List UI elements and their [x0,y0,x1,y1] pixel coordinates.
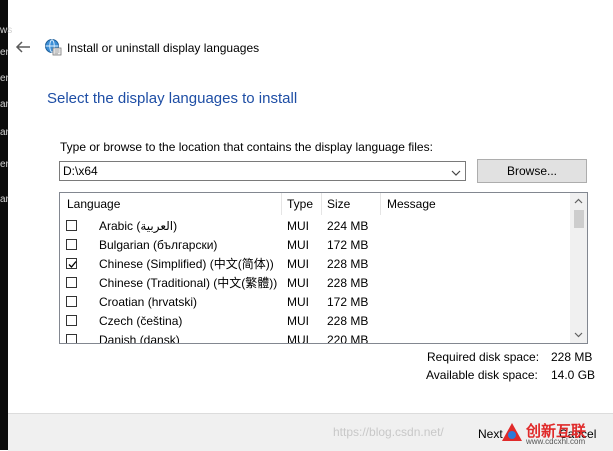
language-row[interactable]: Chinese (Traditional) (中文(繁體)) MUI 228 M… [60,274,569,293]
column-divider[interactable] [321,193,322,215]
language-checkbox[interactable] [66,296,77,307]
column-header-type[interactable]: Type [287,193,313,215]
brand-subtext: www.cdcxhl.com [526,437,586,446]
row-type: MUI [287,333,309,344]
row-type: MUI [287,238,309,252]
language-checkbox[interactable] [66,334,77,343]
row-size: 172 MB [327,238,369,252]
row-size: 228 MB [327,314,369,328]
list-header: Language Type Size Message [60,193,569,215]
background-window-strip: ws er er ar ar er ar [0,0,12,450]
strip-fragment: ar [0,194,9,205]
language-checkbox[interactable] [66,315,77,326]
brand-logo-icon [502,423,522,441]
vertical-scrollbar[interactable] [570,193,587,343]
back-arrow-icon[interactable] [14,38,32,56]
row-size: 228 MB [327,257,369,271]
path-combobox[interactable]: D:\x64 [59,161,466,181]
strip-fragment: er [0,159,9,170]
scroll-thumb[interactable] [574,210,584,228]
row-language: Danish (dansk) [99,333,180,344]
language-globe-icon [44,38,62,56]
strip-fragment: ws [0,25,13,36]
row-language: Croatian (hrvatski) [99,295,198,309]
row-language: Chinese (Simplified) (中文(简体)) [99,257,274,271]
watermark-text: https://blog.csdn.net/ [333,425,444,439]
language-list[interactable]: Language Type Size Message Arabic (العرب… [59,192,588,344]
row-type: MUI [287,257,309,271]
window-title: Install or uninstall display languages [67,41,260,55]
scroll-down-icon[interactable] [570,326,587,343]
language-row[interactable]: Croatian (hrvatski) MUI 172 MB [60,293,569,312]
row-size: 228 MB [327,276,369,290]
browse-button[interactable]: Browse... [477,159,587,183]
strip-fragment: ar [0,99,9,110]
language-checkbox[interactable] [66,220,77,231]
row-language: Bulgarian (български) [99,238,218,252]
language-checkbox[interactable] [66,277,77,288]
language-row[interactable]: Danish (dansk) MUI 220 MB [60,331,569,344]
row-size: 220 MB [327,333,369,344]
language-row[interactable]: Bulgarian (български) MUI 172 MB [60,236,569,255]
strip-fragment: er [0,73,9,84]
strip-fragment: ar [0,127,9,138]
scroll-up-icon[interactable] [570,193,587,210]
row-language: Chinese (Traditional) (中文(繁體)) [99,276,278,290]
path-value[interactable]: D:\x64 [63,162,98,180]
row-type: MUI [287,276,309,290]
row-type: MUI [287,314,309,328]
column-header-language[interactable]: Language [67,193,120,215]
column-header-size[interactable]: Size [327,193,350,215]
column-divider[interactable] [380,193,381,215]
row-language: Czech (čeština) [99,314,183,328]
column-divider[interactable] [281,193,282,215]
required-disk-label: Required disk space: [427,350,540,364]
row-type: MUI [287,219,309,233]
row-size: 224 MB [327,219,369,233]
language-checkbox-checked[interactable] [66,258,77,269]
language-row[interactable]: Arabic (العربية) MUI 224 MB [60,217,569,236]
brand-logo: 创新互联 www.cdcxhl.com [498,418,608,448]
page-heading: Select the display languages to install [47,90,298,107]
path-instruction: Type or browse to the location that cont… [60,140,433,154]
checkmark-icon [68,261,77,268]
language-row[interactable]: Czech (čeština) MUI 228 MB [60,312,569,331]
row-type: MUI [287,295,309,309]
required-disk-value: 228 MB [551,350,593,364]
column-header-message[interactable]: Message [387,193,436,215]
row-language: Arabic (العربية) [99,219,178,233]
available-disk-label: Available disk space: [426,368,538,382]
row-size: 172 MB [327,295,369,309]
strip-fragment: er [0,47,9,58]
language-checkbox[interactable] [66,239,77,250]
chevron-down-icon[interactable] [451,165,461,176]
language-row[interactable]: Chinese (Simplified) (中文(简体)) MUI 228 MB [60,255,569,274]
available-disk-value: 14.0 GB [551,368,596,382]
